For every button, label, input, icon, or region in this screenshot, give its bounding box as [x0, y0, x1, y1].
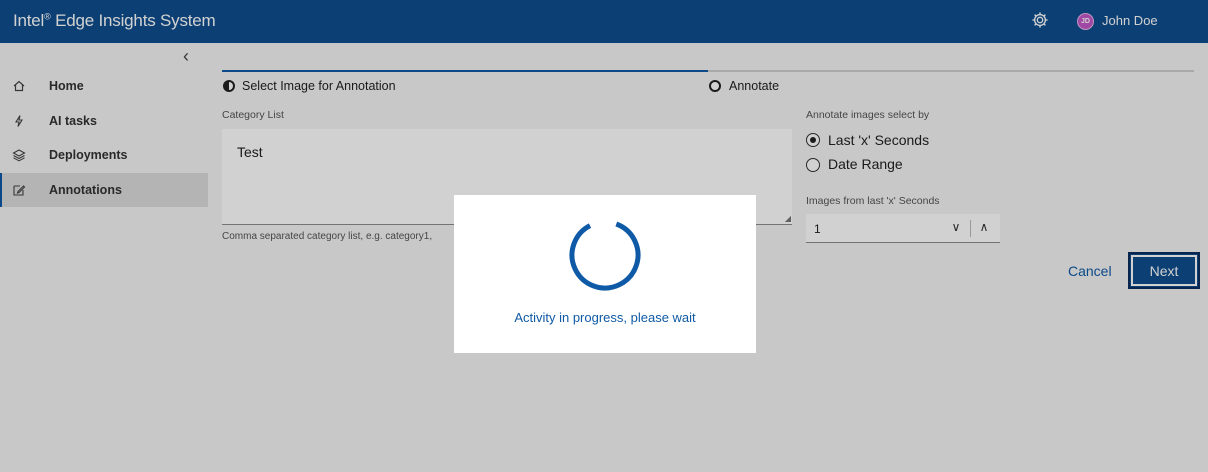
loading-spinner-icon: [569, 219, 641, 291]
loading-dialog: Activity in progress, please wait: [454, 195, 756, 353]
loading-message: Activity in progress, please wait: [514, 310, 696, 325]
